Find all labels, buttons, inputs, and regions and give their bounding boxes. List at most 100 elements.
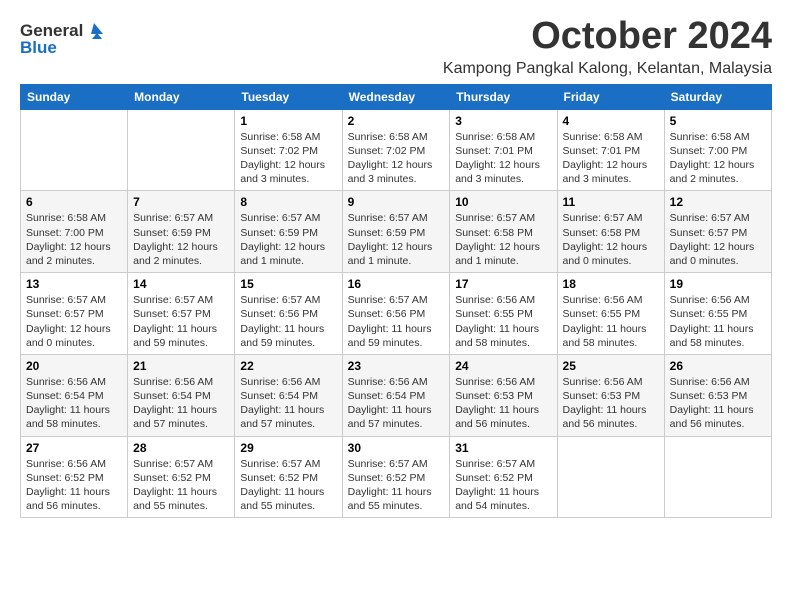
calendar-table: SundayMondayTuesdayWednesdayThursdayFrid…: [20, 84, 772, 518]
day-info: Sunrise: 6:57 AMSunset: 6:52 PMDaylight:…: [133, 457, 229, 514]
calendar-cell: [128, 109, 235, 191]
weekday-header-row: SundayMondayTuesdayWednesdayThursdayFrid…: [21, 84, 772, 109]
day-number: 10: [455, 195, 551, 209]
calendar-cell: 13 Sunrise: 6:57 AMSunset: 6:57 PMDayligh…: [21, 273, 128, 355]
weekday-header-saturday: Saturday: [664, 84, 771, 109]
calendar-cell: 18 Sunrise: 6:56 AMSunset: 6:55 PMDayligh…: [557, 273, 664, 355]
day-number: 19: [670, 277, 766, 291]
day-number: 15: [240, 277, 336, 291]
week-row-5: 27Sunrise: 6:56 AMSunset: 6:52 PMDayligh…: [21, 436, 772, 518]
weekday-header-tuesday: Tuesday: [235, 84, 342, 109]
day-number: 18: [563, 277, 659, 291]
calendar-cell: 11 Sunrise: 6:57 AMSunset: 6:58 PMDayligh…: [557, 191, 664, 273]
week-row-4: 20 Sunrise: 6:56 AMSunset: 6:54 PMDayligh…: [21, 354, 772, 436]
calendar-cell: 22Sunrise: 6:56 AMSunset: 6:54 PMDayligh…: [235, 354, 342, 436]
day-number: 5: [670, 114, 766, 128]
day-number: 13: [26, 277, 122, 291]
week-row-1: 1 Sunrise: 6:58 AMSunset: 7:02 PMDaylight…: [21, 109, 772, 191]
location-title: Kampong Pangkal Kalong, Kelantan, Malays…: [443, 60, 772, 78]
logo: General Blue: [20, 20, 106, 58]
day-info: Sunrise: 6:57 AMSunset: 6:57 PMDaylight:…: [133, 293, 229, 350]
day-number: 26: [670, 359, 766, 373]
calendar-cell: 8 Sunrise: 6:57 AMSunset: 6:59 PMDaylight…: [235, 191, 342, 273]
day-number: 28: [133, 441, 229, 455]
header: General Blue October 2024 Kampong Pangka…: [20, 16, 772, 78]
day-info: Sunrise: 6:56 AMSunset: 6:53 PMDaylight:…: [563, 375, 659, 432]
day-number: 20: [26, 359, 122, 373]
day-info: Sunrise: 6:57 AMSunset: 6:59 PMDaylight:…: [348, 211, 445, 268]
calendar-cell: 10 Sunrise: 6:57 AMSunset: 6:58 PMDayligh…: [450, 191, 557, 273]
month-title: October 2024: [443, 16, 772, 58]
day-info: Sunrise: 6:57 AMSunset: 6:52 PMDaylight:…: [240, 457, 336, 514]
day-info: Sunrise: 6:57 AMSunset: 6:52 PMDaylight:…: [348, 457, 445, 514]
day-number: 22: [240, 359, 336, 373]
calendar-cell: 28 Sunrise: 6:57 AMSunset: 6:52 PMDayligh…: [128, 436, 235, 518]
calendar-cell: 5 Sunrise: 6:58 AMSunset: 7:00 PMDaylight…: [664, 109, 771, 191]
day-info: Sunrise: 6:57 AMSunset: 6:57 PMDaylight:…: [26, 293, 122, 350]
calendar-cell: [664, 436, 771, 518]
day-info: Sunrise: 6:58 AMSunset: 7:00 PMDaylight:…: [26, 211, 122, 268]
day-info: Sunrise: 6:57 AMSunset: 6:52 PMDaylight:…: [455, 457, 551, 514]
day-number: 4: [563, 114, 659, 128]
calendar-cell: 1Sunrise: 6:58 AMSunset: 7:02 PMDaylight…: [235, 109, 342, 191]
calendar-cell: 30Sunrise: 6:57 AMSunset: 6:52 PMDayligh…: [342, 436, 450, 518]
calendar-cell: [21, 109, 128, 191]
day-info: Sunrise: 6:57 AMSunset: 6:58 PMDaylight:…: [563, 211, 659, 268]
calendar-cell: 31 Sunrise: 6:57 AMSunset: 6:52 PMDayligh…: [450, 436, 557, 518]
day-number: 8: [240, 195, 336, 209]
calendar-cell: 25 Sunrise: 6:56 AMSunset: 6:53 PMDayligh…: [557, 354, 664, 436]
day-info: Sunrise: 6:58 AMSunset: 7:00 PMDaylight:…: [670, 130, 766, 187]
calendar-cell: 27Sunrise: 6:56 AMSunset: 6:52 PMDayligh…: [21, 436, 128, 518]
calendar-cell: 24Sunrise: 6:56 AMSunset: 6:53 PMDayligh…: [450, 354, 557, 436]
weekday-header-friday: Friday: [557, 84, 664, 109]
day-info: Sunrise: 6:57 AMSunset: 6:57 PMDaylight:…: [670, 211, 766, 268]
calendar-cell: 3Sunrise: 6:58 AMSunset: 7:01 PMDaylight…: [450, 109, 557, 191]
day-info: Sunrise: 6:57 AMSunset: 6:56 PMDaylight:…: [240, 293, 336, 350]
day-number: 29: [240, 441, 336, 455]
day-number: 1: [240, 114, 336, 128]
day-info: Sunrise: 6:56 AMSunset: 6:54 PMDaylight:…: [348, 375, 445, 432]
calendar-cell: 19 Sunrise: 6:56 AMSunset: 6:55 PMDayligh…: [664, 273, 771, 355]
day-number: 6: [26, 195, 122, 209]
day-number: 9: [348, 195, 445, 209]
day-number: 31: [455, 441, 551, 455]
day-number: 14: [133, 277, 229, 291]
day-info: Sunrise: 6:57 AMSunset: 6:58 PMDaylight:…: [455, 211, 551, 268]
logo-blue: Blue: [20, 38, 57, 58]
calendar-cell: 16 Sunrise: 6:57 AMSunset: 6:56 PMDayligh…: [342, 273, 450, 355]
weekday-header-wednesday: Wednesday: [342, 84, 450, 109]
calendar-cell: 29 Sunrise: 6:57 AMSunset: 6:52 PMDayligh…: [235, 436, 342, 518]
day-info: Sunrise: 6:56 AMSunset: 6:54 PMDaylight:…: [26, 375, 122, 432]
week-row-2: 6 Sunrise: 6:58 AMSunset: 7:00 PMDaylight…: [21, 191, 772, 273]
day-number: 23: [348, 359, 445, 373]
day-info: Sunrise: 6:56 AMSunset: 6:55 PMDaylight:…: [563, 293, 659, 350]
title-area: October 2024 Kampong Pangkal Kalong, Kel…: [443, 16, 772, 78]
day-number: 25: [563, 359, 659, 373]
day-info: Sunrise: 6:56 AMSunset: 6:54 PMDaylight:…: [133, 375, 229, 432]
calendar-cell: 12Sunrise: 6:57 AMSunset: 6:57 PMDayligh…: [664, 191, 771, 273]
day-number: 27: [26, 441, 122, 455]
day-number: 11: [563, 195, 659, 209]
day-number: 21: [133, 359, 229, 373]
day-number: 3: [455, 114, 551, 128]
calendar-cell: 15 Sunrise: 6:57 AMSunset: 6:56 PMDayligh…: [235, 273, 342, 355]
calendar-cell: 9 Sunrise: 6:57 AMSunset: 6:59 PMDaylight…: [342, 191, 450, 273]
logo-icon: [84, 20, 106, 42]
calendar-cell: 26Sunrise: 6:56 AMSunset: 6:53 PMDayligh…: [664, 354, 771, 436]
calendar-cell: 23 Sunrise: 6:56 AMSunset: 6:54 PMDayligh…: [342, 354, 450, 436]
day-number: 24: [455, 359, 551, 373]
calendar-cell: 7Sunrise: 6:57 AMSunset: 6:59 PMDaylight…: [128, 191, 235, 273]
day-info: Sunrise: 6:56 AMSunset: 6:55 PMDaylight:…: [670, 293, 766, 350]
day-info: Sunrise: 6:57 AMSunset: 6:59 PMDaylight:…: [240, 211, 336, 268]
calendar-cell: 21 Sunrise: 6:56 AMSunset: 6:54 PMDayligh…: [128, 354, 235, 436]
weekday-header-thursday: Thursday: [450, 84, 557, 109]
week-row-3: 13 Sunrise: 6:57 AMSunset: 6:57 PMDayligh…: [21, 273, 772, 355]
calendar-cell: [557, 436, 664, 518]
day-info: Sunrise: 6:56 AMSunset: 6:55 PMDaylight:…: [455, 293, 551, 350]
day-number: 16: [348, 277, 445, 291]
day-info: Sunrise: 6:57 AMSunset: 6:56 PMDaylight:…: [348, 293, 445, 350]
calendar-cell: 17Sunrise: 6:56 AMSunset: 6:55 PMDayligh…: [450, 273, 557, 355]
calendar-cell: 2Sunrise: 6:58 AMSunset: 7:02 PMDaylight…: [342, 109, 450, 191]
day-info: Sunrise: 6:58 AMSunset: 7:02 PMDaylight:…: [348, 130, 445, 187]
calendar-cell: 14 Sunrise: 6:57 AMSunset: 6:57 PMDayligh…: [128, 273, 235, 355]
